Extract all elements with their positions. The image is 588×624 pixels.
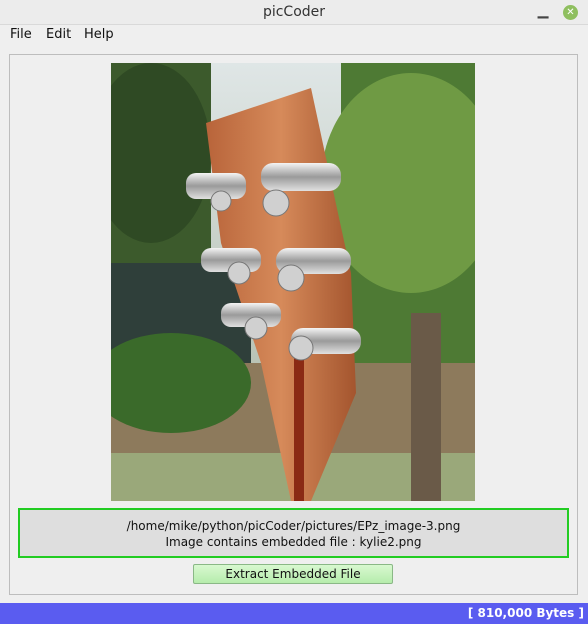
- info-panel: /home/mike/python/picCoder/pictures/EPz_…: [18, 508, 569, 558]
- menu-edit[interactable]: Edit: [46, 27, 71, 42]
- menu-help[interactable]: Help: [84, 27, 114, 42]
- file-path: /home/mike/python/picCoder/pictures/EPz_…: [126, 519, 461, 533]
- minimize-icon[interactable]: ▁: [535, 2, 551, 20]
- embedded-file-message: Image contains embedded file : kylie2.pn…: [165, 535, 422, 549]
- menu-file[interactable]: File: [10, 27, 32, 42]
- image-preview: [111, 63, 475, 501]
- menu-bar: File Edit Help: [0, 25, 588, 45]
- status-bar: [ 810,000 Bytes ]: [0, 603, 588, 624]
- title-bar: picCoder ▁ ✕: [0, 0, 588, 25]
- close-icon[interactable]: ✕: [563, 5, 578, 20]
- byte-count: [ 810,000 Bytes ]: [467, 606, 584, 620]
- extract-embedded-file-button[interactable]: Extract Embedded File: [193, 564, 393, 584]
- window-title: picCoder: [262, 4, 326, 20]
